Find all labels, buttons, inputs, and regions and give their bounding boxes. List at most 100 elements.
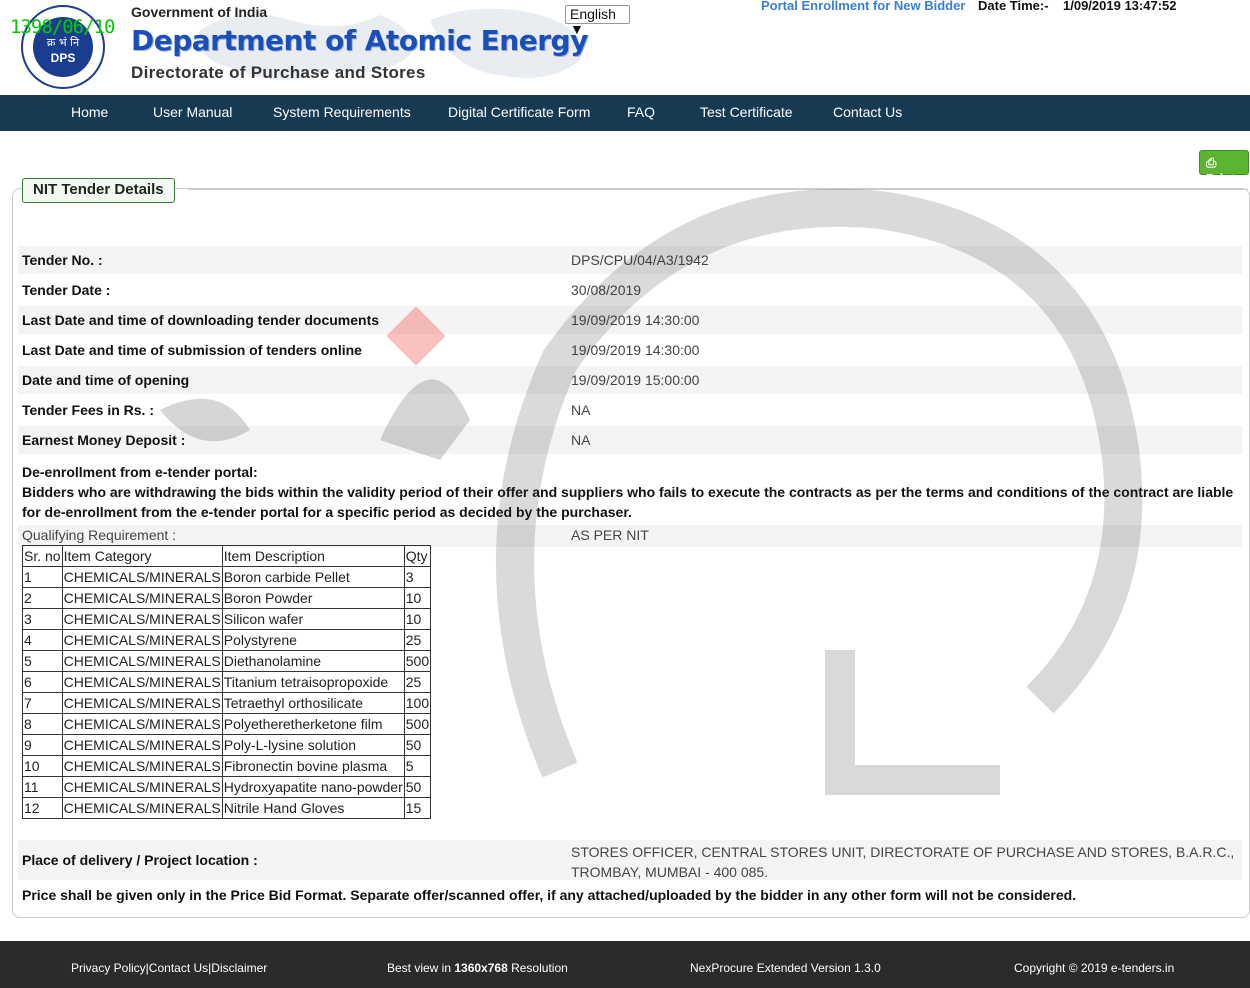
table-row: 8 CHEMICALS/MINERALS Polyetheretherketone … bbox=[22, 713, 432, 735]
cell-category: CHEMICALS/MINERALS bbox=[61, 692, 223, 714]
header-item-description: Item Description bbox=[221, 545, 405, 567]
cell-category: CHEMICALS/MINERALS bbox=[61, 650, 223, 672]
cell-qty: 50 bbox=[403, 734, 432, 756]
detail-value: 19/09/2019 15:00:00 bbox=[571, 372, 700, 388]
cell-qty: 5 bbox=[403, 755, 432, 777]
cell-sr: 7 bbox=[22, 692, 63, 714]
deenrollment-title: De-enrollment from e-tender portal: bbox=[22, 464, 258, 480]
datetime-value: 1/09/2019 13:47:52 bbox=[1063, 0, 1177, 13]
date-stamp: 1398/06/10 bbox=[10, 16, 115, 38]
detail-row-submission-date: Last Date and time of submission of tend… bbox=[18, 336, 1242, 364]
nav-contact-us[interactable]: Contact Us bbox=[833, 104, 902, 120]
nav-faq[interactable]: FAQ bbox=[627, 104, 655, 120]
cell-sr: 9 bbox=[22, 734, 63, 756]
cell-description: Diethanolamine bbox=[221, 650, 405, 672]
language-select[interactable]: English ▼ bbox=[565, 5, 630, 37]
department-title: Department of Atomic Energy bbox=[131, 24, 588, 57]
print-label: Print bbox=[1206, 171, 1236, 186]
datetime-label: Date Time:- bbox=[978, 0, 1049, 13]
cell-qty: 500 bbox=[403, 713, 432, 735]
cell-sr: 10 bbox=[22, 755, 63, 777]
cell-sr: 4 bbox=[22, 629, 63, 651]
table-row: 11 CHEMICALS/MINERALS Hydroxyapatite nano-… bbox=[22, 776, 432, 798]
table-header-row: Sr. no Item Category Item Description Qt… bbox=[22, 545, 432, 567]
cell-qty: 10 bbox=[403, 587, 432, 609]
detail-row-tender-fees: Tender Fees in Rs. : NA bbox=[18, 396, 1242, 424]
detail-label: Tender Date : bbox=[22, 282, 111, 298]
table-row: 4 CHEMICALS/MINERALS Polystyrene 25 bbox=[22, 629, 432, 651]
table-row: 10 CHEMICALS/MINERALS Fibronectin bovine p… bbox=[22, 755, 432, 777]
best-view-suffix: Resolution bbox=[507, 961, 568, 975]
table-row: 1 CHEMICALS/MINERALS Boron carbide Pellet 3 bbox=[22, 566, 432, 588]
nav-test-certificate[interactable]: Test Certificate bbox=[700, 104, 793, 120]
cell-qty: 25 bbox=[403, 671, 432, 693]
printer-icon: ⎙ bbox=[1206, 155, 1217, 170]
cell-sr: 6 bbox=[22, 671, 63, 693]
cell-description: Nitrile Hand Gloves bbox=[221, 797, 405, 819]
cell-description: Silicon wafer bbox=[221, 608, 405, 630]
place-label: Place of delivery / Project location : bbox=[22, 852, 258, 868]
cell-qty: 50 bbox=[403, 776, 432, 798]
table-row: 6 CHEMICALS/MINERALS Titanium tetraisoprop… bbox=[22, 671, 432, 693]
detail-value: 19/09/2019 14:30:00 bbox=[571, 312, 700, 328]
detail-value: DPS/CPU/04/A3/1942 bbox=[571, 252, 709, 268]
cell-category: CHEMICALS/MINERALS bbox=[61, 671, 223, 693]
portal-enrollment-link[interactable]: Portal Enrollment for New Bidder bbox=[761, 0, 965, 13]
logo-text: DPS bbox=[51, 51, 76, 65]
cell-category: CHEMICALS/MINERALS bbox=[61, 629, 223, 651]
directorate-title: Directorate of Purchase and Stores bbox=[131, 63, 426, 82]
detail-value: 30/08/2019 bbox=[571, 282, 642, 298]
detail-label: Tender No. : bbox=[22, 252, 103, 268]
table-row: 7 CHEMICALS/MINERALS Tetraethyl orthosilic… bbox=[22, 692, 432, 714]
qualifying-value: AS PER NIT bbox=[571, 527, 649, 543]
cell-qty: 3 bbox=[403, 566, 432, 588]
cell-sr: 2 bbox=[22, 587, 63, 609]
nav-digital-certificate-form[interactable]: Digital Certificate Form bbox=[448, 104, 590, 120]
cell-description: Tetraethyl orthosilicate bbox=[221, 692, 405, 714]
header-item-category: Item Category bbox=[61, 545, 223, 567]
site-footer: Privacy Policy|Contact Us|Disclaimer Bes… bbox=[0, 941, 1250, 988]
main-nav: Home User Manual System Requirements Dig… bbox=[0, 95, 1250, 131]
cell-qty: 100 bbox=[403, 692, 432, 714]
deenrollment-notice: De-enrollment from e-tender portal: Bidd… bbox=[22, 462, 1237, 522]
table-row: 9 CHEMICALS/MINERALS Poly-L-lysine solutio… bbox=[22, 734, 432, 756]
detail-row-tender-no: Tender No. : DPS/CPU/04/A3/1942 bbox=[18, 246, 1242, 274]
nav-system-requirements[interactable]: System Requirements bbox=[273, 104, 411, 120]
footer-copyright: Copyright © 2019 e-tenders.in bbox=[1014, 961, 1175, 975]
cell-qty: 25 bbox=[403, 629, 432, 651]
cell-description: Boron carbide Pellet bbox=[221, 566, 405, 588]
cell-description: Polyetheretherketone film bbox=[221, 713, 405, 735]
deenrollment-text: Bidders who are withdrawing the bids wit… bbox=[22, 484, 1234, 520]
best-view-prefix: Best view in bbox=[387, 961, 455, 975]
cell-category: CHEMICALS/MINERALS bbox=[61, 734, 223, 756]
cell-category: CHEMICALS/MINERALS bbox=[61, 587, 223, 609]
detail-label: Date and time of opening bbox=[22, 372, 190, 388]
detail-value: 19/09/2019 14:30:00 bbox=[571, 342, 700, 358]
cell-description: Polystyrene bbox=[221, 629, 405, 651]
legend-divider bbox=[188, 189, 1248, 190]
print-button[interactable]: ⎙ Print bbox=[1199, 150, 1249, 186]
cell-category: CHEMICALS/MINERALS bbox=[61, 776, 223, 798]
cell-sr: 3 bbox=[22, 608, 63, 630]
cell-qty: 15 bbox=[403, 797, 432, 819]
cell-description: Poly-L-lysine solution bbox=[221, 734, 405, 756]
cell-qty: 10 bbox=[403, 608, 432, 630]
government-label: Government of India bbox=[131, 4, 268, 20]
detail-row-emd: Earnest Money Deposit : NA bbox=[18, 426, 1242, 454]
cell-category: CHEMICALS/MINERALS bbox=[61, 608, 223, 630]
header-sr-no: Sr. no bbox=[22, 545, 63, 567]
cell-category: CHEMICALS/MINERALS bbox=[61, 713, 223, 735]
section-title: NIT Tender Details bbox=[22, 178, 175, 203]
nav-home[interactable]: Home bbox=[71, 104, 108, 120]
table-row: 2 CHEMICALS/MINERALS Boron Powder 10 bbox=[22, 587, 432, 609]
header-qty: Qty bbox=[403, 545, 432, 567]
cell-description: Hydroxyapatite nano-powder bbox=[221, 776, 405, 798]
nav-user-manual[interactable]: User Manual bbox=[153, 104, 232, 120]
detail-label: Earnest Money Deposit : bbox=[22, 432, 186, 448]
detail-value: NA bbox=[571, 402, 591, 418]
detail-label: Tender Fees in Rs. : bbox=[22, 402, 154, 418]
cell-sr: 12 bbox=[22, 797, 63, 819]
footer-links[interactable]: Privacy Policy|Contact Us|Disclaimer bbox=[71, 961, 267, 975]
detail-row-opening-date: Date and time of opening 19/09/2019 15:0… bbox=[18, 366, 1242, 394]
detail-row-download-date: Last Date and time of downloading tender… bbox=[18, 306, 1242, 334]
